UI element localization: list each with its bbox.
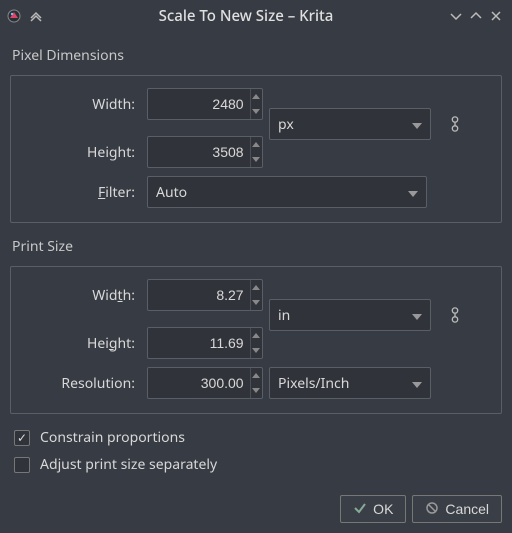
print-aspect-link-button[interactable] xyxy=(443,307,467,323)
pixel-dimensions-title: Pixel Dimensions xyxy=(12,46,502,65)
ok-label: OK xyxy=(373,501,393,517)
chevron-down-icon xyxy=(412,115,422,134)
ok-button[interactable]: OK xyxy=(340,495,406,523)
cancel-icon xyxy=(425,501,439,518)
print-unit-combo[interactable]: in xyxy=(269,299,431,331)
spin-buttons[interactable] xyxy=(250,368,262,398)
chevron-down-icon xyxy=(412,374,422,393)
adjust-print-size-label: Adjust print size separately xyxy=(40,455,217,474)
spin-buttons[interactable] xyxy=(250,280,262,310)
adjust-print-size-checkbox[interactable] xyxy=(14,457,30,473)
spin-buttons[interactable] xyxy=(250,137,262,167)
dialog-buttons: OK Cancel xyxy=(340,495,502,523)
width-spinbox[interactable] xyxy=(147,88,263,120)
width-input[interactable] xyxy=(148,89,250,119)
chevron-down-icon xyxy=(412,306,422,325)
resolution-spinbox[interactable] xyxy=(147,367,263,399)
print-height-spinbox[interactable] xyxy=(147,327,263,359)
pixel-unit-combo[interactable]: px xyxy=(269,108,431,140)
shade-button[interactable] xyxy=(26,6,46,26)
combo-text: Auto xyxy=(156,183,408,202)
print-width-spinbox[interactable] xyxy=(147,279,263,311)
chevron-down-icon xyxy=(408,183,418,202)
minimize-button[interactable] xyxy=(446,6,466,26)
constrain-proportions-label: Constrain proportions xyxy=(40,428,185,447)
filter-label: Filter: xyxy=(21,183,141,202)
print-height-input[interactable] xyxy=(148,328,250,358)
combo-text: in xyxy=(278,306,412,325)
constrain-proportions-row[interactable]: Constrain proportions xyxy=(14,428,498,447)
titlebar: Scale To New Size – Krita xyxy=(0,0,512,32)
cancel-label: Cancel xyxy=(445,501,489,517)
app-icon xyxy=(6,8,22,24)
resolution-unit-combo[interactable]: Pixels/Inch xyxy=(269,367,431,399)
resolution-input[interactable] xyxy=(148,368,250,398)
print-size-group: Width: Height: in xyxy=(10,266,502,414)
cancel-button[interactable]: Cancel xyxy=(412,495,502,523)
combo-text: Pixels/Inch xyxy=(278,374,412,393)
height-input[interactable] xyxy=(148,137,250,167)
aspect-link-button[interactable] xyxy=(443,116,467,132)
resolution-label: Resolution: xyxy=(21,374,141,393)
print-height-label: Height: xyxy=(21,334,141,353)
close-button[interactable] xyxy=(486,6,506,26)
spin-buttons[interactable] xyxy=(250,328,262,358)
print-size-title: Print Size xyxy=(12,237,502,256)
pixel-dimensions-group: Width: Height: px xyxy=(10,75,502,223)
combo-text: px xyxy=(278,115,412,134)
spin-buttons[interactable] xyxy=(250,89,262,119)
print-width-input[interactable] xyxy=(148,280,250,310)
maximize-button[interactable] xyxy=(466,6,486,26)
window-title: Scale To New Size – Krita xyxy=(46,6,446,26)
height-label: Height: xyxy=(21,143,141,162)
print-width-label: Width: xyxy=(21,286,141,305)
width-label: Width: xyxy=(21,95,141,114)
adjust-print-size-row[interactable]: Adjust print size separately xyxy=(14,455,498,474)
constrain-proportions-checkbox[interactable] xyxy=(14,430,30,446)
check-icon xyxy=(353,501,367,518)
height-spinbox[interactable] xyxy=(147,136,263,168)
dialog-content: Pixel Dimensions Width: Height: xyxy=(0,32,512,490)
filter-combo[interactable]: Auto xyxy=(147,176,427,208)
